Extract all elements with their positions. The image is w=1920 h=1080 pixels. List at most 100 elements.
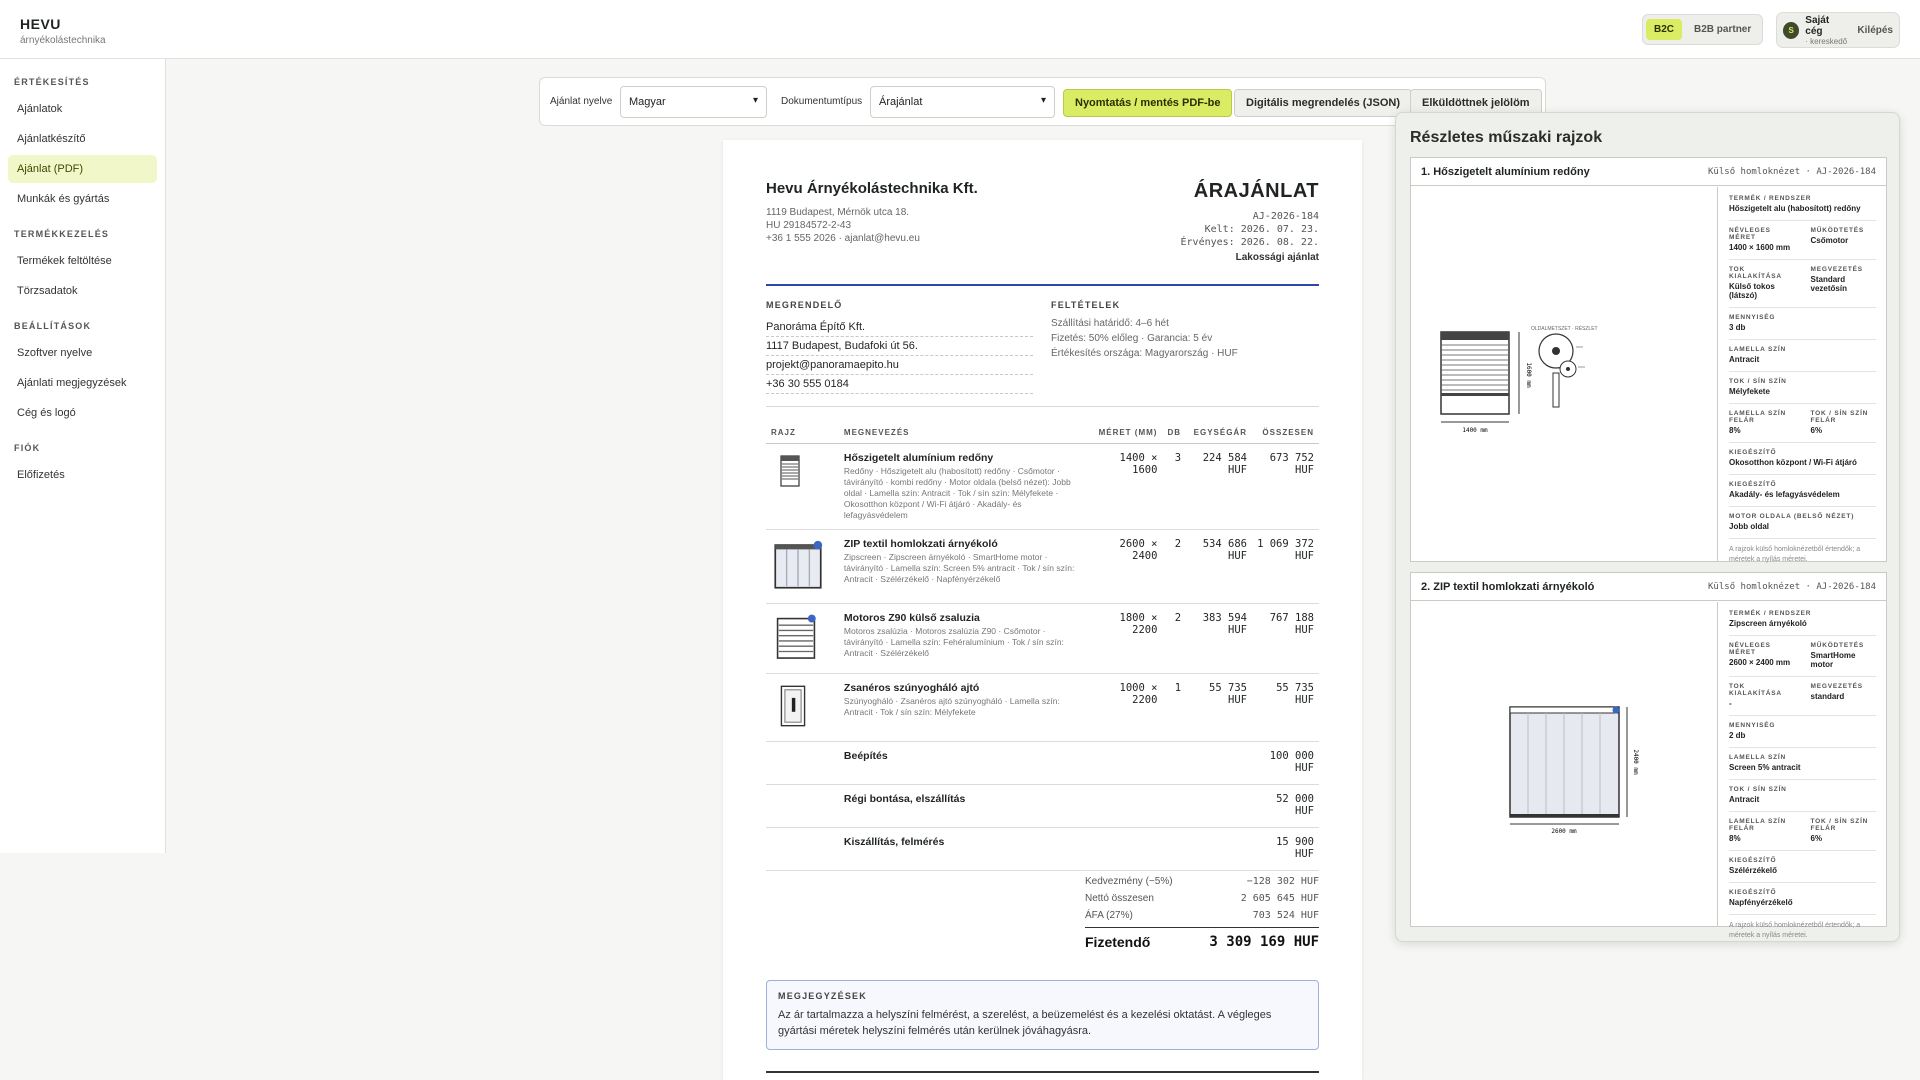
quote-title: ÁRAJÁNLAT: [1193, 180, 1319, 202]
spec-pair: LAMELLA SZÍN FELÁR 8% TOK / SÍN SZÍN FELÁ…: [1729, 818, 1869, 843]
total-row: Kedvezmény (−5%) −128 302 HUF: [1085, 876, 1319, 887]
total-row: ÁFA (27%) 703 524 HUF: [1085, 910, 1319, 921]
quote-number: AJ-2026-184: [1252, 211, 1319, 222]
mode-switch: B2C B2B partner: [1642, 14, 1764, 45]
notes-text: Az ár tartalmazza a helyszíni felmérést,…: [778, 1009, 1272, 1037]
drawing-width-label: 1400 mm: [1462, 427, 1488, 434]
customer-phone-field[interactable]: +36 30 555 0184: [766, 375, 1033, 394]
item-total: 673 752 HUF: [1251, 443, 1319, 530]
spec-pair: NÉVLEGES MÉRET 2600 × 2400 mm MŰKÖDTETÉS S…: [1729, 642, 1864, 669]
quote-document: Hevu Árnyékolástechnika Kft. 1119 Budape…: [723, 140, 1362, 1080]
card-ref: Külső homloknézet · AJ-2026-184: [1708, 581, 1876, 592]
spec-item: KIEGÉSZÍTŐ Napfényérzékelő: [1729, 889, 1793, 907]
item-size: 1800 × 2200: [1087, 603, 1163, 674]
quote-date: Kelt: 2026. 07. 23.: [1204, 224, 1319, 235]
export-json-button[interactable]: Digitális megrendelés (JSON): [1234, 89, 1413, 117]
brand[interactable]: HEVU árnyékolástechnika: [20, 16, 106, 46]
quote-header: ÁRAJÁNLAT AJ-2026-184 Kelt: 2026. 07. 23…: [1181, 180, 1319, 263]
sidebar-section-title: TERMÉKKEZELÉS: [14, 229, 110, 239]
sidebar: ÉRTÉKESÍTÉS Ajánlatok Ajánlatkészítő Ajá…: [0, 59, 166, 853]
sidebar-item-elofizetes[interactable]: Előfizetés: [8, 461, 157, 489]
doctype-select[interactable]: Árajánlat ▾: [870, 86, 1055, 118]
sidebar-item-ceg-logo[interactable]: Cég és logó: [8, 399, 157, 427]
terms-line: Fizetés: 50% előleg · Garancia: 5 év: [1051, 333, 1213, 344]
spec-list: TERMÉK / RENDSZER Zipscreen árnyékoló NÉV…: [1719, 602, 1886, 939]
spec-item: LAMELLA SZÍN Screen 5% antracit: [1729, 754, 1801, 772]
item-desc: Szúnyogháló · Zsanéros ajtó szúnyogháló …: [843, 696, 1060, 717]
total-row: Nettó összesen 2 605 645 HUF: [1085, 893, 1319, 904]
customer-name-field[interactable]: Panoráma Építő Kft.: [766, 318, 1033, 337]
sidebar-item-torzsadatok[interactable]: Törzsadatok: [8, 277, 157, 305]
item-unit-price: 55 735 HUF: [1186, 673, 1252, 742]
drawing-cell: [766, 673, 839, 742]
customer-block: MEGRENDELŐ Panoráma Építő Kft. 1117 Buda…: [766, 300, 1033, 394]
table-row[interactable]: Hőszigetelt alumínium redőny Redőny · Hős…: [766, 443, 1319, 530]
item-name: Motoros Z90 külső zsaluzia: [843, 612, 980, 624]
company-tax: HU 29184572-2-43: [766, 220, 852, 231]
item-unit-price: 534 686 HUF: [1186, 529, 1252, 604]
logout-button[interactable]: Kilépés: [1857, 25, 1893, 36]
drawing-width-label: 2600 mm: [1551, 828, 1577, 835]
language-select[interactable]: Magyar ▾: [620, 86, 767, 118]
table-row[interactable]: Zsanéros szúnyogháló ajtó Szúnyogháló · Z…: [766, 673, 1319, 742]
customer-email-field[interactable]: projekt@panoramaepito.hu: [766, 356, 1033, 375]
table-row[interactable]: ZIP textil homlokzati árnyékoló Zipscreen…: [766, 529, 1319, 604]
sidebar-item-szoftver-nyelve[interactable]: Szoftver nyelve: [8, 339, 157, 367]
sidebar-item-termekek[interactable]: Termékek feltöltése: [8, 247, 157, 275]
avatar: S: [1783, 21, 1800, 39]
spec-item: MOTOR OLDALA (BELSŐ NÉZET) Jobb oldal: [1729, 513, 1855, 531]
terms-block: FELTÉTELEK Szállítási határidő: 4–6 hét …: [1051, 300, 1319, 363]
company-address: 1119 Budapest, Mérnök utca 18.: [766, 207, 910, 218]
extra-total: 52 000 HUF: [1251, 784, 1319, 828]
spec-item: TOK / SÍN SZÍN Mélyfekete: [1729, 378, 1787, 396]
panel-title: Részletes műszaki rajzok: [1410, 129, 1603, 146]
divider: [766, 406, 1319, 407]
spec-item: KIEGÉSZÍTŐ Okosotthon központ / Wi-Fi átj…: [1729, 449, 1857, 467]
extra-total: 100 000 HUF: [1251, 741, 1319, 785]
roller-shutter-thumb-icon: [780, 455, 800, 487]
item-unit-price: 224 584 HUF: [1186, 443, 1252, 530]
total-value: 2 605 645 HUF: [1240, 893, 1319, 904]
doctype-label: Dokumentumtípus: [781, 96, 863, 107]
quote-valid: Érvényes: 2026. 08. 22.: [1180, 237, 1319, 248]
table-row[interactable]: Motoros Z90 külső zsaluzia Motoros zsalúz…: [766, 603, 1319, 674]
sidebar-item-ajanlatok[interactable]: Ajánlatok: [8, 95, 157, 123]
mode-b2c-button[interactable]: B2C: [1646, 19, 1683, 40]
sidebar-item-ajanlat-pdf[interactable]: Ajánlat (PDF): [8, 155, 157, 183]
extra-row[interactable]: Kiszállítás, felmérés 15 900 HUF: [766, 827, 1319, 871]
extra-name: Beépítés: [843, 750, 888, 762]
notes-box: MEGJEGYZÉSEK Az ár tartalmazza a helyszí…: [766, 980, 1319, 1050]
item-total: 767 188 HUF: [1251, 603, 1319, 674]
print-pdf-button[interactable]: Nyomtatás / mentés PDF-be: [1063, 89, 1233, 117]
spec-list: TERMÉK / RENDSZER Hőszigetelt alu (habosí…: [1719, 187, 1886, 563]
app-subtitle: árnyékolástechnika: [20, 35, 106, 46]
extra-row[interactable]: Régi bontása, elszállítás 52 000 HUF: [766, 784, 1319, 828]
item-desc: Motoros zsalúzia · Motoros zsalúzia Z90 …: [843, 626, 1064, 658]
company-block: Hevu Árnyékolástechnika Kft. 1119 Budape…: [766, 180, 978, 244]
user-role: · kereskedő: [1805, 36, 1848, 46]
drawing-area: 1400 mm 1600 mm OLDALMETSZET · RÉSZLET: [1411, 187, 1718, 561]
chevron-down-icon: ▾: [1040, 95, 1046, 106]
user-card: S Saját cég · kereskedő Kilépés: [1776, 12, 1900, 48]
sidebar-item-munkak[interactable]: Munkák és gyártás: [8, 185, 157, 213]
sidebar-item-megjegyzesek[interactable]: Ajánlati megjegyzések: [8, 369, 157, 397]
extra-total: 15 900 HUF: [1251, 827, 1319, 871]
spec-item: TOK / SÍN SZÍN Antracit: [1729, 786, 1787, 804]
drawing-note: A rajzok külső homloknézetből értendők; …: [1729, 546, 1861, 563]
card-header: 2. ZIP textil homlokzati árnyékoló Külső…: [1411, 573, 1886, 601]
extra-row[interactable]: Beépítés 100 000 HUF: [766, 741, 1319, 785]
mode-b2b-button[interactable]: B2B partner: [1686, 19, 1759, 40]
card-header: 1. Hőszigetelt alumínium redőny Külső ho…: [1411, 158, 1886, 186]
customer-address-field[interactable]: 1117 Budapest, Budafoki út 56.: [766, 337, 1033, 356]
item-name-cell: ZIP textil homlokzati árnyékoló Zipscreen…: [838, 529, 1088, 604]
sidebar-item-ajanlatkeszito[interactable]: Ajánlatkészítő: [8, 125, 157, 153]
total-label: Nettó összesen: [1085, 893, 1154, 904]
spec-pair: TOK KIALAKÍTÁSA - MEGVEZETÉS standard: [1729, 683, 1863, 708]
spec-item: TERMÉK / RENDSZER Hőszigetelt alu (habosí…: [1729, 195, 1861, 213]
roller-shutter-drawing-icon: 1400 mm 1600 mm OLDALMETSZET · RÉSZLET: [1440, 325, 1598, 434]
spec-item: KIEGÉSZÍTŐ Szélérzékelő: [1729, 857, 1778, 875]
item-size: 1000 × 2200: [1087, 673, 1163, 742]
app-name: HEVU: [20, 16, 61, 32]
card-title: 2. ZIP textil homlokzati árnyékoló: [1421, 580, 1595, 593]
item-qty: 2: [1162, 529, 1187, 604]
